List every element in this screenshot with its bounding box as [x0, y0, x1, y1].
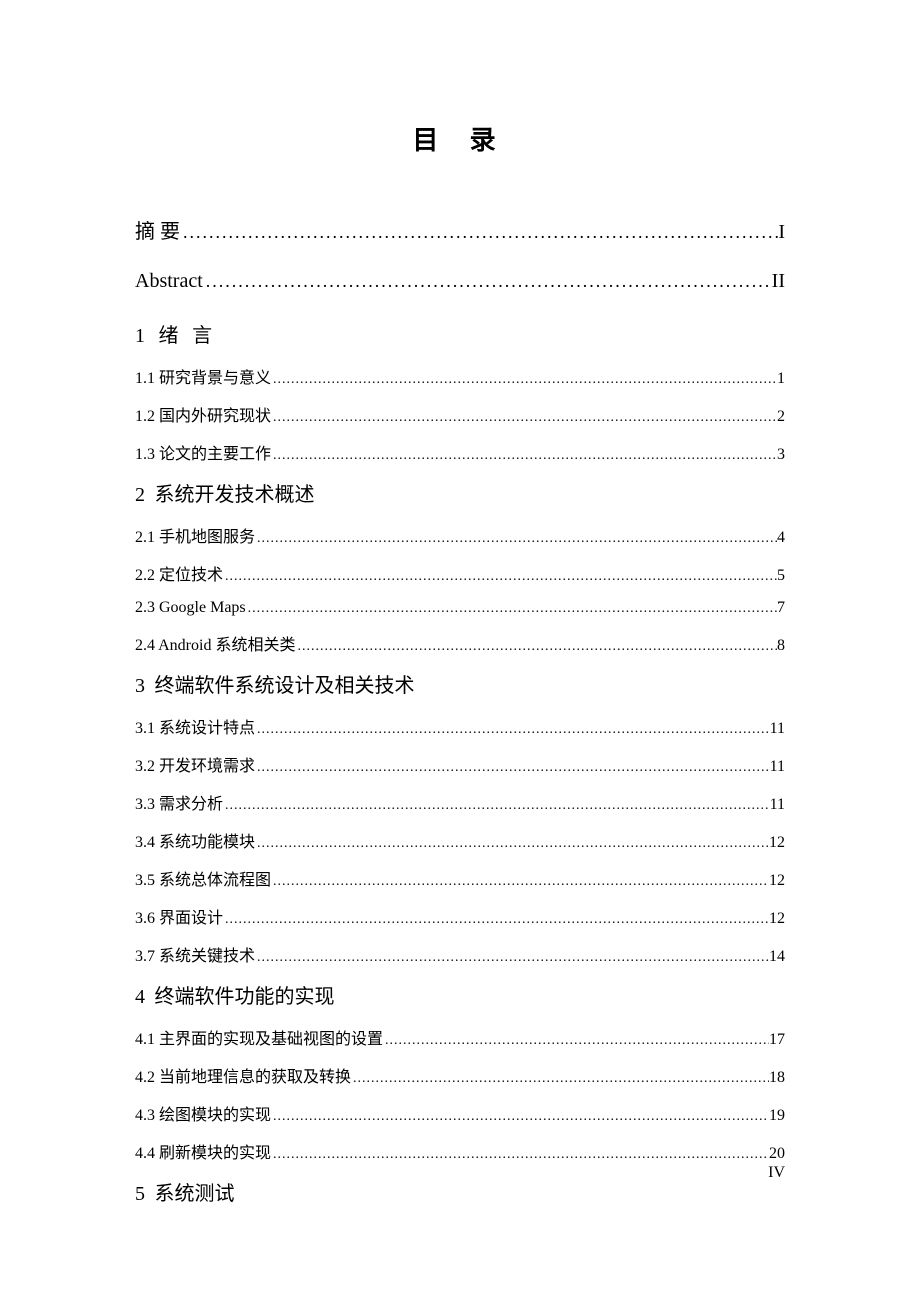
- toc-entry-page: 7: [777, 599, 785, 617]
- toc-title: 目 录: [135, 120, 785, 157]
- toc-dots: ........................................…: [271, 410, 777, 426]
- toc-entry-label: 4.1 主界面的实现及基础视图的设置: [135, 1025, 383, 1049]
- toc-dots: ........................................…: [271, 372, 777, 388]
- toc-minor-entry: 3.3 需求分析................................…: [135, 790, 785, 814]
- toc-entry-page: 4: [777, 529, 785, 547]
- toc-section-heading: 2 系统开发技术概述: [135, 478, 785, 507]
- toc-entry-label: 1.2 国内外研究现状: [135, 402, 271, 426]
- toc-entry-label: 4.3 绘图模块的实现: [135, 1101, 271, 1125]
- toc-entry-page: 11: [770, 758, 785, 776]
- toc-entry-page: 19: [769, 1107, 785, 1125]
- toc-dots: ........................................…: [271, 874, 769, 890]
- toc-minor-entry: 1.2 国内外研究现状.............................…: [135, 402, 785, 426]
- toc-entry-label: 3.3 需求分析: [135, 790, 223, 814]
- toc-minor-entry: 4.1 主界面的实现及基础视图的设置......................…: [135, 1025, 785, 1049]
- toc-section-heading: 1 绪 言: [135, 319, 785, 348]
- toc-dots: ........................................…: [255, 950, 769, 966]
- toc-minor-entry: 4.3 绘图模块的实现.............................…: [135, 1101, 785, 1125]
- toc-dots: ........................................…: [223, 569, 777, 585]
- toc-section-heading: 3 终端软件系统设计及相关技术: [135, 669, 785, 698]
- toc-minor-entry: 2.1 手机地图服务..............................…: [135, 523, 785, 547]
- toc-minor-entry: 3.4 系统功能模块..............................…: [135, 828, 785, 852]
- toc-minor-entry: 4.4 刷新模块的实现.............................…: [135, 1139, 785, 1163]
- toc-section-number: 5: [135, 1183, 145, 1205]
- toc-section-heading: 4 终端软件功能的实现: [135, 980, 785, 1009]
- toc-entry-page: 5: [777, 567, 785, 585]
- toc-section-title: 系统测试: [149, 1183, 235, 1205]
- toc-minor-entry: 3.6 界面设计................................…: [135, 904, 785, 928]
- toc-entry-label: 3.1 系统设计特点: [135, 714, 255, 738]
- toc-minor-entry: 3.2 开发环境需求..............................…: [135, 752, 785, 776]
- toc-entry-label: 4.4 刷新模块的实现: [135, 1139, 271, 1163]
- toc-entry-page: 1: [777, 370, 785, 388]
- toc-dots: ........................................…: [351, 1071, 769, 1087]
- toc-dots: ........................................…: [255, 722, 770, 738]
- toc-section-title: 系统开发技术概述: [149, 484, 315, 506]
- toc-entry-page: 3: [777, 446, 785, 464]
- toc-minor-entry: 1.3 论文的主要工作.............................…: [135, 440, 785, 464]
- toc-entry-label: 3.6 界面设计: [135, 904, 223, 928]
- toc-section-number: 2: [135, 484, 145, 506]
- toc-entry-page: 14: [769, 948, 785, 966]
- toc-section-number: 3: [135, 675, 145, 697]
- toc-minor-entry: 3.7 系统关键技术..............................…: [135, 942, 785, 966]
- toc-section-title: 绪 言: [149, 325, 216, 347]
- toc-entry-page: 11: [770, 796, 785, 814]
- toc-entry-page: 8: [777, 637, 785, 655]
- toc-minor-entry: 2.4 Android 系统相关类.......................…: [135, 631, 785, 655]
- toc-entry-page: 11: [770, 720, 785, 738]
- toc-section-title: 终端软件功能的实现: [149, 986, 335, 1008]
- toc-dots: ........................................…: [295, 639, 777, 655]
- toc-dots: ........................................…: [255, 836, 769, 852]
- toc-dots: ........................................…: [180, 222, 778, 243]
- toc-entry-label: 2.2 定位技术: [135, 561, 223, 585]
- toc-minor-entry: 2.2 定位技术................................…: [135, 561, 785, 585]
- toc-dots: ........................................…: [271, 1147, 769, 1163]
- toc-entry-page: 18: [769, 1069, 785, 1087]
- toc-minor-entry: 4.2 当前地理信息的获取及转换........................…: [135, 1063, 785, 1087]
- toc-dots: ........................................…: [383, 1033, 769, 1049]
- toc-entry-label: 3.4 系统功能模块: [135, 828, 255, 852]
- toc-entry-label: 3.5 系统总体流程图: [135, 866, 271, 890]
- toc-section-title: 终端软件系统设计及相关技术: [149, 675, 415, 697]
- toc-entry-page: 20: [769, 1145, 785, 1163]
- toc-major-entry: 摘 要.....................................…: [135, 215, 785, 244]
- toc-entry-page: 12: [769, 872, 785, 890]
- toc-entry-label: 2.1 手机地图服务: [135, 523, 255, 547]
- toc-entry-label: 2.3 Google Maps: [135, 599, 246, 617]
- toc-section-heading: 5 系统测试: [135, 1177, 785, 1206]
- toc-minor-entry: 1.1 研究背景与意义.............................…: [135, 364, 785, 388]
- toc-entry-label: 1.3 论文的主要工作: [135, 440, 271, 464]
- toc-page: 目 录 摘 要.................................…: [0, 0, 920, 1206]
- toc-body: 摘 要.....................................…: [135, 215, 785, 1206]
- toc-section-number: 4: [135, 986, 145, 1008]
- toc-entry-page: I: [778, 221, 785, 244]
- toc-minor-entry: 3.5 系统总体流程图.............................…: [135, 866, 785, 890]
- toc-dots: ........................................…: [255, 531, 777, 547]
- toc-dots: ........................................…: [223, 912, 769, 928]
- toc-entry-label: 1.1 研究背景与意义: [135, 364, 271, 388]
- toc-entry-label: 摘 要: [135, 215, 180, 244]
- toc-dots: ........................................…: [271, 1109, 769, 1125]
- toc-dots: ........................................…: [223, 798, 770, 814]
- toc-entry-label: 4.2 当前地理信息的获取及转换: [135, 1063, 351, 1087]
- toc-entry-page: 2: [777, 408, 785, 426]
- page-number: IV: [768, 1164, 785, 1182]
- toc-entry-page: 12: [769, 910, 785, 928]
- toc-minor-entry: 3.1 系统设计特点..............................…: [135, 714, 785, 738]
- toc-entry-label: 3.2 开发环境需求: [135, 752, 255, 776]
- toc-dots: ........................................…: [246, 601, 777, 617]
- toc-entry-page: 17: [769, 1031, 785, 1049]
- toc-dots: ........................................…: [271, 448, 777, 464]
- toc-minor-entry: 2.3 Google Maps.........................…: [135, 599, 785, 617]
- toc-dots: ........................................…: [255, 760, 770, 776]
- toc-entry-page: II: [772, 270, 785, 293]
- toc-major-entry: Abstract................................…: [135, 270, 785, 293]
- toc-entry-label: 3.7 系统关键技术: [135, 942, 255, 966]
- toc-entry-label: Abstract: [135, 270, 203, 293]
- toc-entry-page: 12: [769, 834, 785, 852]
- toc-dots: ........................................…: [203, 271, 772, 292]
- toc-entry-label: 2.4 Android 系统相关类: [135, 631, 295, 655]
- toc-section-number: 1: [135, 325, 145, 347]
